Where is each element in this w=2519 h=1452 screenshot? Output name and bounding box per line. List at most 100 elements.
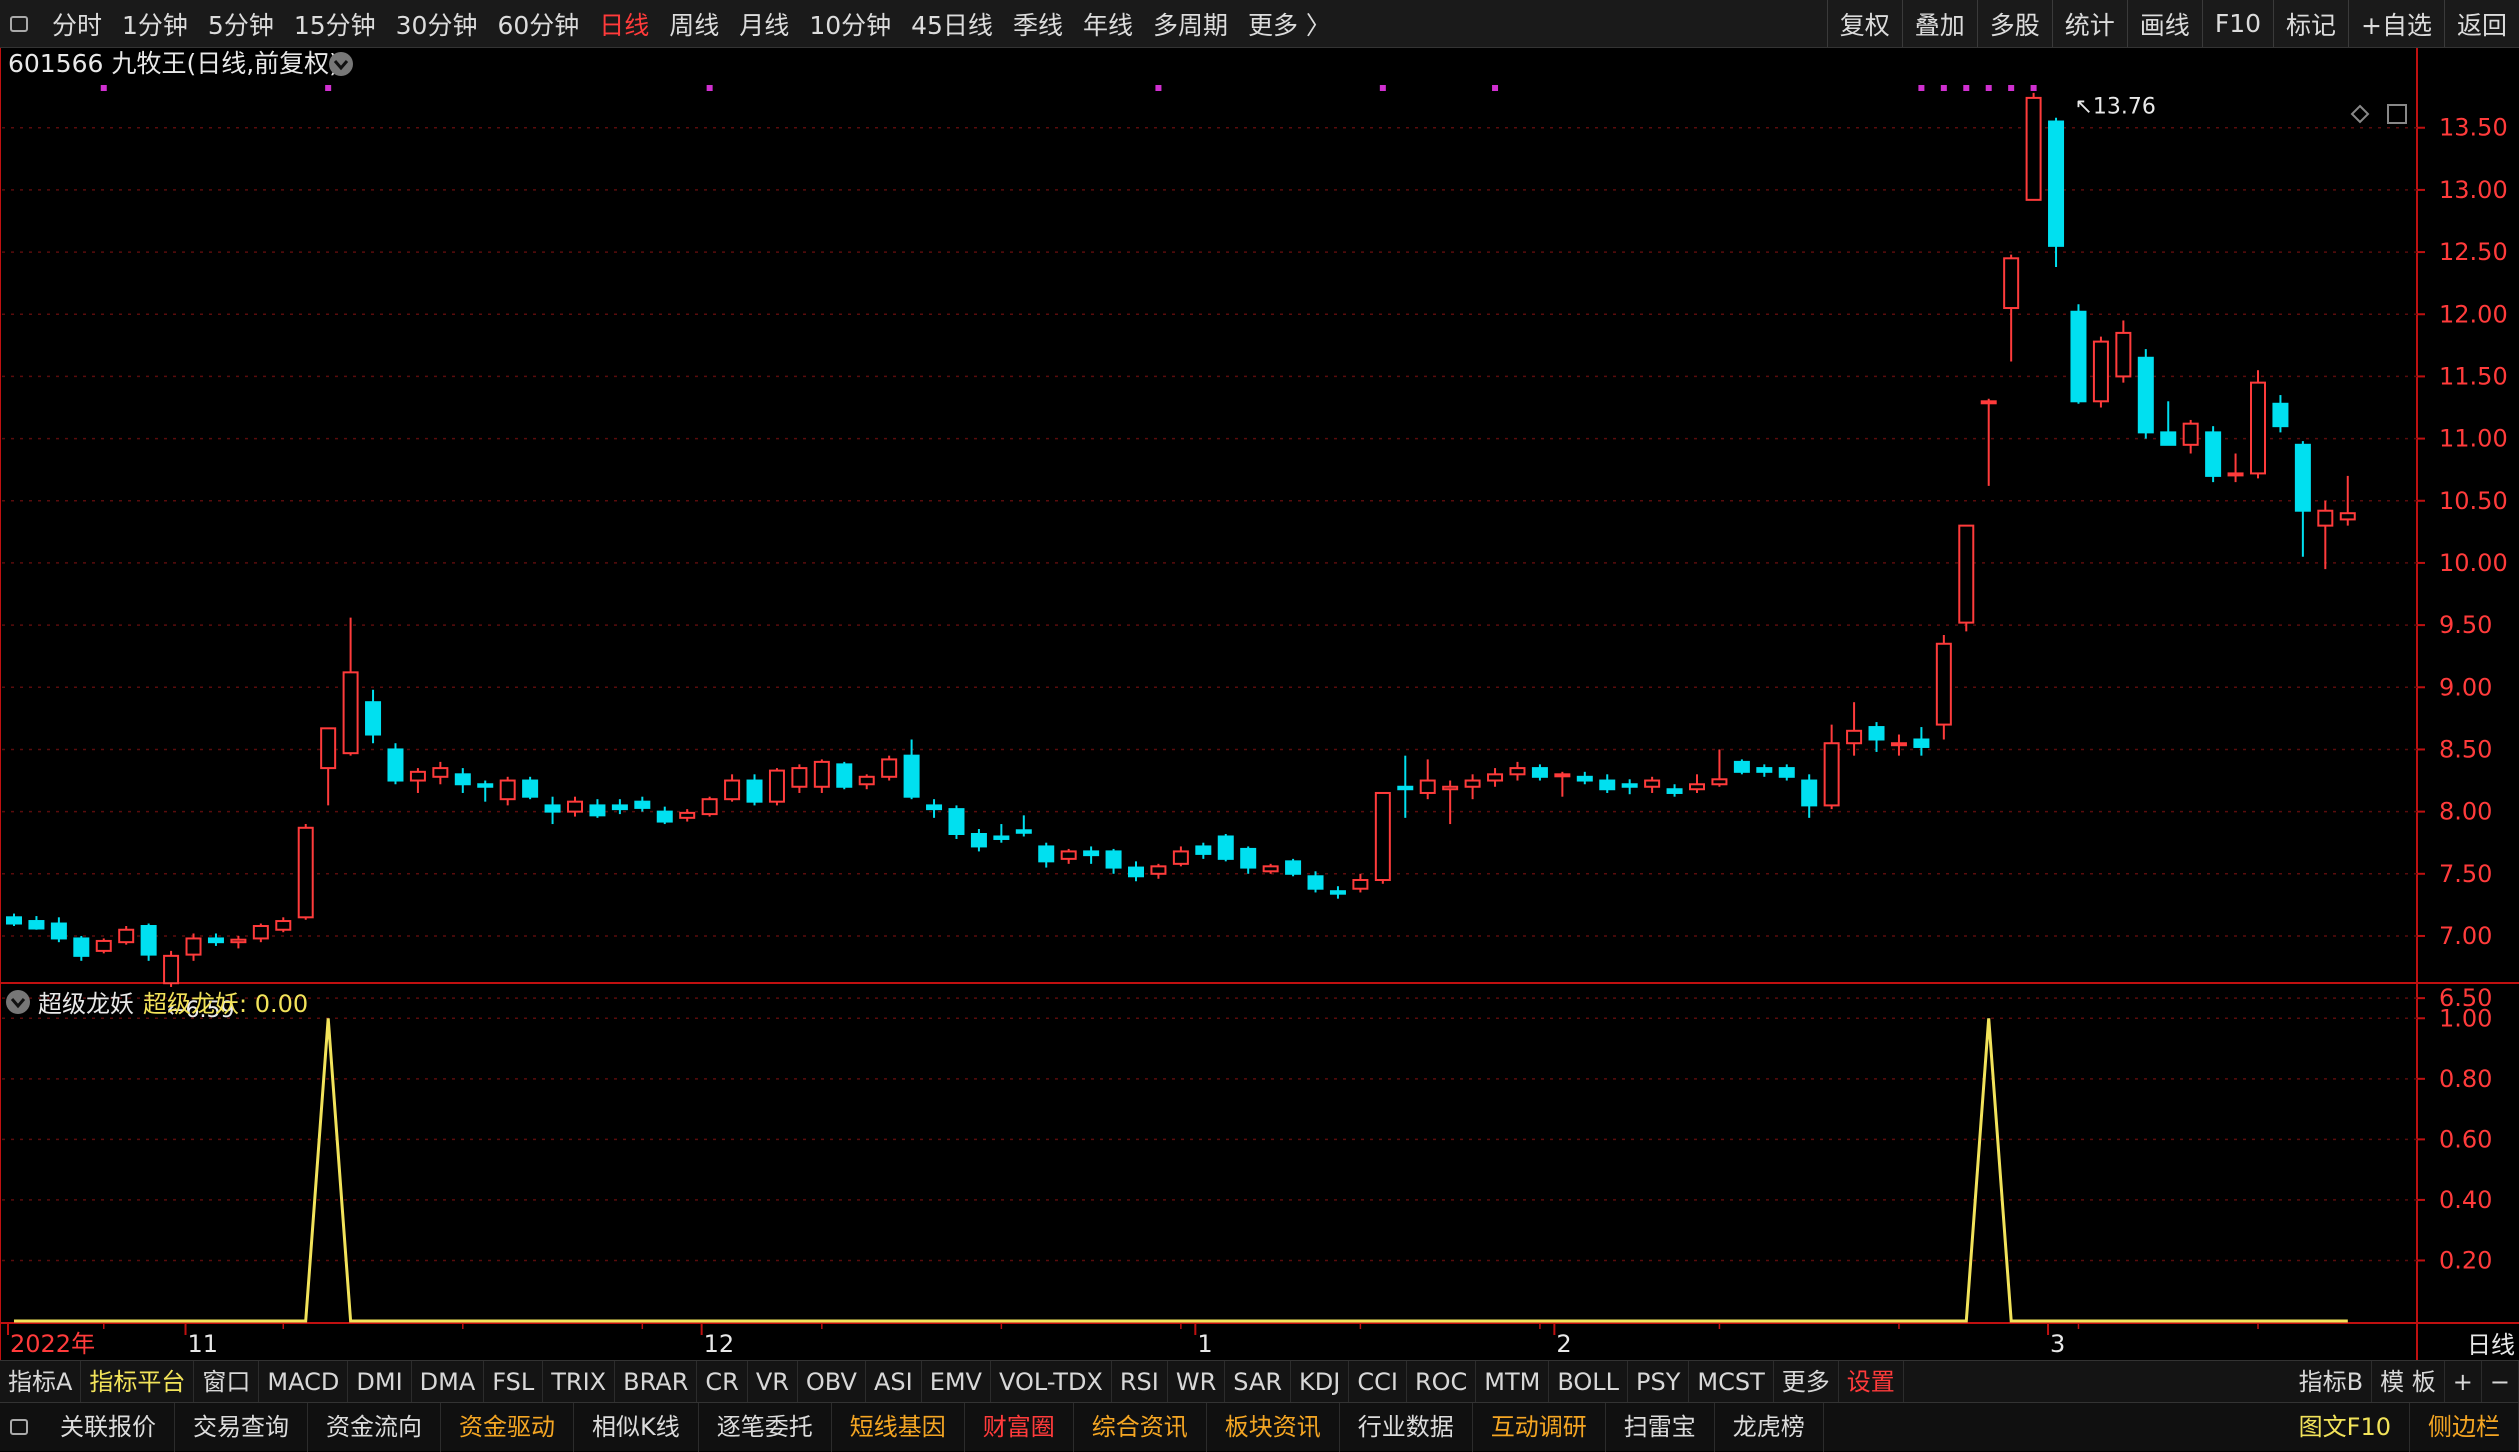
- indicator-tab-right-0[interactable]: 指标B: [2291, 1360, 2373, 1403]
- period-tab-4[interactable]: 30分钟: [386, 6, 488, 42]
- bottom-right-tab-1[interactable]: 侧边栏: [2410, 1402, 2519, 1452]
- period-tab-6[interactable]: 日线: [589, 6, 659, 42]
- indicator-tab-11[interactable]: OBV: [798, 1360, 866, 1403]
- candle-body: [836, 763, 853, 788]
- candle-body: [656, 810, 673, 823]
- bottom-tab-1[interactable]: 交易查询: [175, 1402, 308, 1452]
- bottom-tab-3[interactable]: 资金驱动: [441, 1402, 574, 1452]
- bottom-tab-2[interactable]: 资金流向: [308, 1402, 441, 1452]
- bottom-tab-0[interactable]: 关联报价: [42, 1402, 175, 1452]
- bottom-tab-12[interactable]: 扫雷宝: [1606, 1402, 1715, 1452]
- bottom-tab-9[interactable]: 板块资讯: [1207, 1402, 1340, 1452]
- candle-body: [454, 773, 471, 786]
- bottom-tab-13[interactable]: 龙虎榜: [1715, 1402, 1824, 1452]
- price-tick-label: 8.50: [2439, 735, 2492, 763]
- tool-button-8[interactable]: 返回: [2443, 0, 2519, 47]
- indicator-tab-5[interactable]: DMA: [412, 1360, 485, 1403]
- diamond-icon: [2350, 104, 2370, 124]
- period-tab-0[interactable]: 分时: [42, 6, 112, 42]
- candle-body: [1599, 779, 1616, 791]
- indicator-tab-20[interactable]: ROC: [1407, 1360, 1477, 1403]
- indicator-tab-22[interactable]: BOLL: [1549, 1360, 1629, 1403]
- period-tab-13[interactable]: 多周期: [1143, 6, 1238, 42]
- tool-button-1[interactable]: 叠加: [1901, 0, 1977, 47]
- candle-body: [1442, 785, 1459, 791]
- indicator-tab-3[interactable]: MACD: [259, 1360, 349, 1403]
- indicator-tab-17[interactable]: SAR: [1225, 1360, 1292, 1403]
- price-tick-label: 12.00: [2439, 300, 2508, 328]
- indicator-tab-14[interactable]: VOL-TDX: [991, 1360, 1112, 1403]
- candle-body: [1621, 783, 1638, 788]
- window-icon[interactable]: [10, 15, 28, 32]
- tool-button-0[interactable]: 复权: [1826, 0, 1902, 47]
- period-tab-3[interactable]: 15分钟: [284, 6, 386, 42]
- price-annotation: ↖13.76: [2074, 94, 2155, 119]
- indicator-tab-10[interactable]: VR: [748, 1360, 798, 1403]
- bottom-tab-8[interactable]: 综合资讯: [1074, 1402, 1207, 1452]
- date-label: 3: [2050, 1330, 2065, 1358]
- indicator-tab-25[interactable]: 更多: [1774, 1360, 1839, 1403]
- bottom-tab-7[interactable]: 财富圈: [965, 1402, 1074, 1452]
- price-tick-label: 11.50: [2439, 362, 2508, 390]
- bottom-tab-4[interactable]: 相似K线: [574, 1402, 699, 1452]
- bottom-tab-5[interactable]: 逐笔委托: [699, 1402, 832, 1452]
- indicator-tab-1[interactable]: 指标平台: [81, 1360, 195, 1403]
- indicator-tab-8[interactable]: BRAR: [615, 1360, 698, 1403]
- tool-button-3[interactable]: 统计: [2051, 0, 2127, 47]
- candle-body: [1509, 767, 1526, 776]
- period-tab-1[interactable]: 1分钟: [112, 6, 198, 42]
- panel-toggle-icon[interactable]: [10, 1419, 28, 1435]
- candle-body: [140, 925, 157, 956]
- indicator-tab-7[interactable]: TRIX: [543, 1360, 616, 1403]
- tool-button-4[interactable]: 画线: [2126, 0, 2202, 47]
- indicator-tab-19[interactable]: CCI: [1349, 1360, 1407, 1403]
- indicator-tab-15[interactable]: RSI: [1112, 1360, 1168, 1403]
- bottom-right-tab-0[interactable]: 图文F10: [2281, 1402, 2410, 1452]
- candle-body: [2272, 402, 2289, 428]
- bottom-tab-10[interactable]: 行业数据: [1340, 1402, 1473, 1452]
- candle-body: [2115, 331, 2132, 378]
- period-tab-10[interactable]: 45日线: [901, 6, 1003, 42]
- period-tab-7[interactable]: 周线: [659, 6, 729, 42]
- period-tab-14[interactable]: 更多 〉: [1238, 6, 1341, 42]
- signal-marker: [1379, 85, 1386, 91]
- indicator-tab-13[interactable]: EMV: [922, 1360, 991, 1403]
- tool-button-2[interactable]: 多股: [1976, 0, 2052, 47]
- indicator-tab-right-3[interactable]: −: [2482, 1360, 2519, 1403]
- tool-button-7[interactable]: +自选: [2348, 0, 2444, 47]
- period-tab-5[interactable]: 60分钟: [487, 6, 589, 42]
- indicator-tab-right-2[interactable]: +: [2445, 1360, 2482, 1403]
- indicator-tab-6[interactable]: FSL: [484, 1360, 544, 1403]
- date-label: 2022年: [10, 1330, 95, 1358]
- candle-body: [118, 928, 135, 944]
- indicator-tab-0[interactable]: 指标A: [0, 1360, 82, 1403]
- indicator-tab-12[interactable]: ASI: [866, 1360, 922, 1403]
- indicator-tab-4[interactable]: DMI: [348, 1360, 412, 1403]
- tool-button-5[interactable]: F10: [2201, 0, 2273, 47]
- indicator-tab-18[interactable]: KDJ: [1291, 1360, 1350, 1403]
- candle-body: [2250, 381, 2266, 475]
- indicator-tab-16[interactable]: WR: [1168, 1360, 1226, 1403]
- indicator-tab-9[interactable]: CR: [697, 1360, 748, 1403]
- period-tab-2[interactable]: 5分钟: [198, 6, 284, 42]
- candle-body: [567, 800, 583, 813]
- indicator-tab-24[interactable]: MCST: [1689, 1360, 1774, 1403]
- indicator-tabs-right: 指标B 模 板 + −: [2291, 1360, 2519, 1403]
- candle-body: [589, 804, 606, 817]
- indicator-tab-2[interactable]: 窗口: [194, 1360, 260, 1403]
- panel-icon: [2387, 104, 2407, 124]
- indicator-tab-21[interactable]: MTM: [1476, 1360, 1550, 1403]
- candle-body: [1666, 788, 1683, 794]
- indicator-tab-23[interactable]: PSY: [1628, 1360, 1690, 1403]
- indicator-tab-right-1[interactable]: 模 板: [2372, 1360, 2445, 1403]
- indicator-tab-26[interactable]: 设置: [1839, 1360, 1904, 1403]
- bottom-tab-11[interactable]: 互动调研: [1473, 1402, 1606, 1452]
- tool-button-6[interactable]: 标记: [2273, 0, 2348, 47]
- period-tab-11[interactable]: 季线: [1003, 6, 1073, 42]
- period-tab-8[interactable]: 月线: [729, 6, 799, 42]
- period-tab-12[interactable]: 年线: [1073, 6, 1143, 42]
- bottom-tab-6[interactable]: 短线基因: [832, 1402, 965, 1452]
- period-tab-9[interactable]: 10分钟: [799, 6, 901, 42]
- kline-chart[interactable]: 13.5013.0012.5012.0011.5011.0010.5010.00…: [0, 48, 2519, 1360]
- signal-marker: [1940, 85, 1947, 91]
